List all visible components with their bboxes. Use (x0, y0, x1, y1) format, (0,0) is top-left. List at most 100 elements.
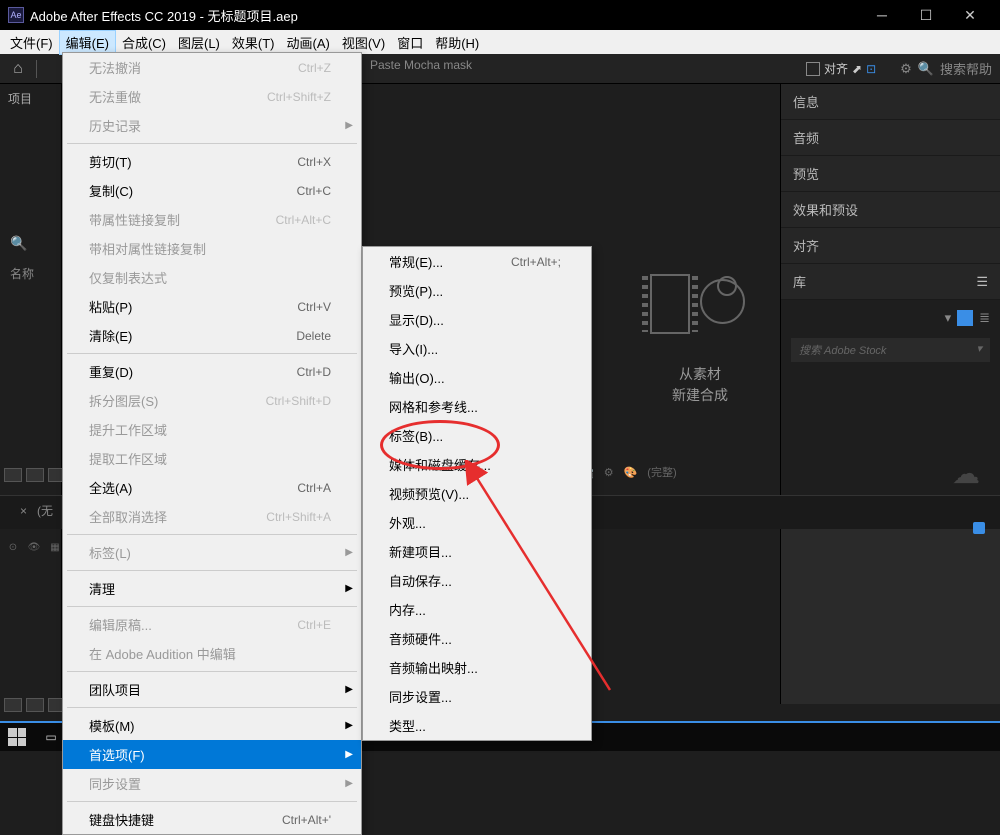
start-button[interactable] (0, 722, 34, 752)
menu-edit[interactable]: 编辑(E) (59, 30, 116, 55)
menu-copy-expr[interactable]: 仅复制表达式 (63, 263, 361, 292)
toggle-icon[interactable] (4, 698, 22, 712)
pref-appearance[interactable]: 外观... (363, 508, 591, 537)
settings-icon[interactable]: ⚙ (604, 466, 614, 479)
menu-copy-rel[interactable]: 带相对属性链接复制 (63, 234, 361, 263)
menu-history[interactable]: 历史记录▶ (63, 111, 361, 140)
menubar: 文件(F) 编辑(E) 合成(C) 图层(L) 效果(T) 动画(A) 视图(V… (0, 30, 1000, 54)
menu-team[interactable]: 团队项目▶ (63, 675, 361, 704)
align-label: 对齐 (824, 60, 848, 77)
menu-icon[interactable]: ☰ (976, 274, 988, 290)
pref-labels[interactable]: 标签(B)... (363, 421, 591, 450)
comp-text-line2: 新建合成 (650, 385, 750, 406)
pref-import[interactable]: 导入(I)... (363, 334, 591, 363)
menu-redo[interactable]: 无法重做Ctrl+Shift+Z (63, 82, 361, 111)
menu-clear[interactable]: 清除(E)Delete (63, 321, 361, 350)
menu-sync[interactable]: 同步设置▶ (63, 769, 361, 798)
folder-icon[interactable] (26, 468, 44, 482)
menu-animation[interactable]: 动画(A) (281, 31, 336, 54)
pref-grid[interactable]: 网格和参考线... (363, 392, 591, 421)
app-icon: Ae (8, 7, 24, 23)
search-help-text[interactable]: 搜索帮助 (940, 59, 992, 78)
pref-audio-out[interactable]: 音频输出映射... (363, 653, 591, 682)
search-icon[interactable]: 🔍 (10, 235, 27, 252)
menu-cut[interactable]: 剪切(T)Ctrl+X (63, 147, 361, 176)
menu-edit-orig[interactable]: 编辑原稿...Ctrl+E (63, 610, 361, 639)
pref-media[interactable]: 媒体和磁盘缓存... (363, 450, 591, 479)
color-icon[interactable]: 🎨 (624, 466, 638, 479)
list-view-icon[interactable]: ≣ (979, 310, 990, 326)
paste-mocha-label: Paste Mocha mask (370, 58, 472, 72)
right-panels: 信息 音频 预览 效果和预设 对齐 库 ☰ ▾ ≣ 搜索 Adobe Stock… (780, 84, 1000, 704)
menu-template[interactable]: 模板(M)▶ (63, 711, 361, 740)
grid-view-icon[interactable] (957, 310, 973, 326)
edit-dropdown: 无法撤消Ctrl+Z 无法重做Ctrl+Shift+Z 历史记录▶ 剪切(T)C… (62, 52, 362, 835)
menu-edit-audition[interactable]: 在 Adobe Audition 中编辑 (63, 639, 361, 668)
bit-depth-icon[interactable] (4, 468, 22, 482)
pref-general[interactable]: 常规(E)...Ctrl+Alt+; (363, 247, 591, 276)
panel-preview[interactable]: 预览 (781, 156, 1000, 192)
snap-icon[interactable]: ⬈ (852, 62, 862, 76)
menu-copy[interactable]: 复制(C)Ctrl+C (63, 176, 361, 205)
pref-type[interactable]: 类型... (363, 711, 591, 740)
minimize-button[interactable]: ─ (870, 3, 894, 27)
search-icon[interactable]: 🔍 (918, 61, 934, 77)
timecode-icon[interactable]: ⊙ (4, 540, 22, 554)
panel-library[interactable]: 库 (793, 272, 806, 291)
panel-align[interactable]: 对齐 (781, 228, 1000, 264)
panel-info[interactable]: 信息 (781, 84, 1000, 120)
pref-display[interactable]: 显示(D)... (363, 305, 591, 334)
pref-preview[interactable]: 预览(P)... (363, 276, 591, 305)
comp-text-line1: 从素材 (650, 364, 750, 385)
pref-newproj[interactable]: 新建项目... (363, 537, 591, 566)
pref-audio-hw[interactable]: 音频硬件... (363, 624, 591, 653)
close-button[interactable]: ✕ (958, 3, 982, 27)
render-icon[interactable] (26, 698, 44, 712)
menu-lift[interactable]: 提升工作区域 (63, 415, 361, 444)
menu-label[interactable]: 标签(L)▶ (63, 538, 361, 567)
stock-search-input[interactable]: 搜索 Adobe Stock (799, 342, 886, 358)
pref-memory[interactable]: 内存... (363, 595, 591, 624)
chevron-down-icon[interactable]: ▾ (976, 342, 982, 358)
new-comp-icon[interactable] (650, 264, 750, 344)
menu-view[interactable]: 视图(V) (336, 31, 391, 54)
cloud-icon: ☁ (952, 457, 980, 490)
menu-split[interactable]: 拆分图层(S)Ctrl+Shift+D (63, 386, 361, 415)
windows-icon (8, 728, 26, 746)
menu-preferences[interactable]: 首选项(F)▶ (63, 740, 361, 769)
timeline-untitled: (无 (37, 502, 53, 519)
menu-purge[interactable]: 清理▶ (63, 574, 361, 603)
pref-video[interactable]: 视频预览(V)... (363, 479, 591, 508)
settings-icon[interactable]: ⚙ (900, 61, 912, 77)
menu-effect[interactable]: 效果(T) (226, 31, 281, 54)
pref-sync[interactable]: 同步设置... (363, 682, 591, 711)
pref-output[interactable]: 输出(O)... (363, 363, 591, 392)
menu-help[interactable]: 帮助(H) (429, 31, 485, 54)
snap-box-icon[interactable] (806, 62, 820, 76)
chevron-down-icon[interactable]: ▾ (945, 310, 952, 326)
panel-audio[interactable]: 音频 (781, 120, 1000, 156)
panel-effects[interactable]: 效果和预设 (781, 192, 1000, 228)
menu-window[interactable]: 窗口 (391, 31, 429, 54)
menu-undo[interactable]: 无法撤消Ctrl+Z (63, 53, 361, 82)
menu-copy-props[interactable]: 带属性链接复制Ctrl+Alt+C (63, 205, 361, 234)
menu-deselect[interactable]: 全部取消选择Ctrl+Shift+A (63, 502, 361, 531)
menu-paste[interactable]: 粘贴(P)Ctrl+V (63, 292, 361, 321)
pref-autosave[interactable]: 自动保存... (363, 566, 591, 595)
menu-keyboard[interactable]: 键盘快捷键Ctrl+Alt+' (63, 805, 361, 834)
preferences-submenu: 常规(E)...Ctrl+Alt+; 预览(P)... 显示(D)... 导入(… (362, 246, 592, 741)
menu-duplicate[interactable]: 重复(D)Ctrl+D (63, 357, 361, 386)
eye-icon[interactable]: 👁 (25, 540, 43, 554)
close-icon[interactable]: × (20, 504, 27, 518)
menu-composition[interactable]: 合成(C) (116, 31, 172, 54)
titlebar: Ae Adobe After Effects CC 2019 - 无标题项目.a… (0, 0, 1000, 30)
home-icon[interactable]: ⌂ (8, 59, 28, 79)
menu-file[interactable]: 文件(F) (4, 31, 59, 54)
menu-layer[interactable]: 图层(L) (172, 31, 226, 54)
menu-extract[interactable]: 提取工作区域 (63, 444, 361, 473)
menu-select-all[interactable]: 全选(A)Ctrl+A (63, 473, 361, 502)
timeline-playhead[interactable] (973, 522, 985, 534)
snap-icon-2[interactable]: ⊡ (866, 62, 876, 76)
maximize-button[interactable]: ☐ (914, 3, 938, 27)
resolution-label: (完整) (647, 464, 676, 480)
